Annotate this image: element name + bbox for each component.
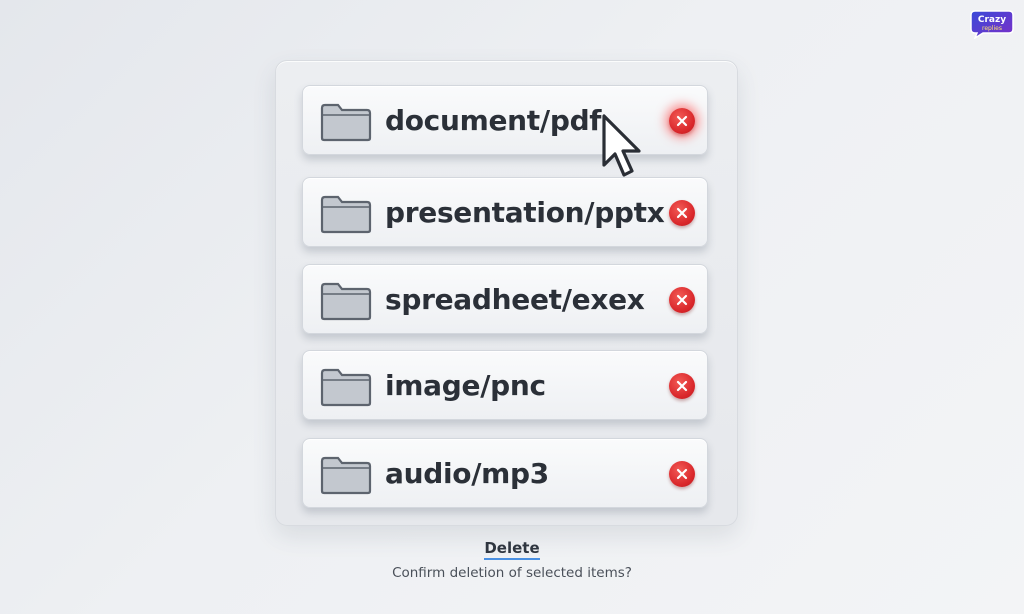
- file-item-label: image/pnc: [385, 369, 546, 402]
- file-item-label: presentation/pptx: [385, 196, 665, 229]
- close-icon: [676, 380, 688, 392]
- remove-item-button[interactable]: [669, 461, 695, 487]
- remove-item-button[interactable]: [669, 108, 695, 134]
- folder-icon: [320, 282, 372, 321]
- file-item-spreadsheet[interactable]: spreadheet/exex: [302, 264, 708, 334]
- close-icon: [676, 115, 688, 127]
- remove-item-button[interactable]: [669, 200, 695, 226]
- close-icon: [676, 294, 688, 306]
- file-item-label: spreadheet/exex: [385, 283, 645, 316]
- file-item-label: document/pdf: [385, 104, 602, 137]
- file-item-audio-mp3[interactable]: audio/mp3: [302, 438, 708, 508]
- brand-logo: Crazy replies: [970, 10, 1014, 39]
- file-item-presentation-pptx[interactable]: presentation/pptx: [302, 177, 708, 247]
- delete-link-row: Delete: [0, 538, 1024, 560]
- folder-icon: [320, 103, 372, 142]
- delete-button[interactable]: Delete: [484, 539, 540, 560]
- folder-icon: [320, 368, 372, 407]
- folder-icon: [320, 456, 372, 495]
- file-item-label: audio/mp3: [385, 457, 549, 490]
- file-item-document-pdf[interactable]: document/pdf: [302, 85, 708, 155]
- file-item-image[interactable]: image/pnc: [302, 350, 708, 420]
- brand-line1: Crazy: [978, 15, 1006, 25]
- remove-item-button[interactable]: [669, 287, 695, 313]
- brand-line2: replies: [982, 25, 1002, 32]
- folder-icon: [320, 195, 372, 234]
- close-icon: [676, 468, 688, 480]
- confirm-message: Confirm deletion of selected items?: [392, 565, 632, 581]
- remove-item-button[interactable]: [669, 373, 695, 399]
- close-icon: [676, 207, 688, 219]
